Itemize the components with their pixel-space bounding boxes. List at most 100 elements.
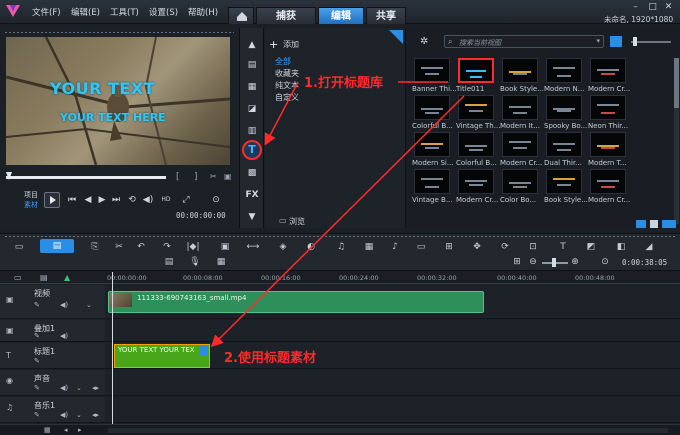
media-music-icon[interactable]: ♫: [334, 241, 348, 253]
mode-clip-label[interactable]: 素材: [24, 200, 38, 210]
category-plain-text[interactable]: 纯文本: [275, 80, 299, 91]
library-scrollbar[interactable]: [674, 58, 679, 224]
timeline-ruler[interactable]: 00:00:00:00 00:00:08:00 00:00:16:00 00:0…: [105, 272, 680, 284]
title-thumbnail[interactable]: [414, 95, 450, 120]
instant-project-icon[interactable]: ▦: [244, 80, 260, 94]
volume-icon[interactable]: ◀): [142, 194, 154, 206]
redo-icon[interactable]: ↷: [160, 241, 174, 253]
tab-capture[interactable]: 捕获: [256, 7, 316, 24]
title-clip[interactable]: YOUR TEXT YOUR TEX: [114, 344, 210, 368]
title-thumbnail[interactable]: [502, 132, 538, 157]
track-collapse-icon[interactable]: ⌄: [76, 384, 82, 392]
graphic-icon[interactable]: ▥: [244, 124, 260, 138]
track-header-video[interactable]: ▣ 视频 ✎ ◀) ⌄: [0, 285, 105, 319]
subtitle-icon[interactable]: ▭: [414, 241, 428, 253]
record-icon[interactable]: ▤: [162, 256, 176, 268]
track-volume-icon[interactable]: ◀): [60, 301, 68, 309]
preview-timecode[interactable]: 00:00:00:00: [176, 211, 226, 220]
search-field[interactable]: ⌕ 搜索当前视图 ▾: [444, 35, 604, 48]
title-thumbnail[interactable]: [546, 132, 582, 157]
tab-edit[interactable]: 编辑: [318, 7, 364, 24]
menu-tools[interactable]: 工具(T): [110, 6, 139, 18]
split-icon[interactable]: |◆|: [186, 241, 200, 253]
voiceover-icon[interactable]: 🎙: [188, 256, 202, 268]
media-icon[interactable]: ▤: [244, 58, 260, 72]
next-frame-icon[interactable]: ▶: [96, 194, 108, 206]
play-button[interactable]: [44, 192, 60, 208]
track-body-voice[interactable]: [106, 370, 680, 396]
track-manager-icon[interactable]: ▣: [218, 241, 232, 253]
copy-icon[interactable]: ⎘: [88, 241, 102, 253]
undo-icon[interactable]: ↶: [134, 241, 148, 253]
timeline-view-button[interactable]: ▤: [40, 239, 74, 253]
gradient-icon[interactable]: ◧: [614, 241, 628, 253]
menu-file[interactable]: 文件(F): [32, 6, 61, 18]
zoom-out-icon[interactable]: ⊖: [526, 256, 540, 268]
color-icon[interactable]: ◩: [584, 241, 598, 253]
menu-edit[interactable]: 编辑(E): [71, 6, 100, 18]
multi-camera-icon[interactable]: ⊞: [442, 241, 456, 253]
title-thumbnail[interactable]: [502, 95, 538, 120]
title-thumbnail[interactable]: [414, 58, 450, 83]
category-favorites[interactable]: 收藏夹: [275, 68, 299, 79]
library-settings-icon[interactable]: ✲: [420, 36, 428, 47]
category-custom[interactable]: 自定义: [275, 92, 299, 103]
close-button[interactable]: ✕: [664, 3, 673, 12]
mark-out-icon[interactable]: ]: [194, 172, 198, 182]
track-edit-icon[interactable]: ✎: [34, 301, 40, 309]
status-grid-icon[interactable]: ▦: [44, 426, 51, 434]
track-volume-icon[interactable]: ◀): [60, 384, 68, 392]
mark-in-icon[interactable]: [: [176, 172, 180, 182]
home-tab[interactable]: [228, 7, 254, 24]
track-edit-icon[interactable]: ✎: [34, 332, 40, 340]
title-thumbnail[interactable]: [590, 132, 626, 157]
scroll-down-icon[interactable]: ▼: [244, 210, 260, 224]
track-edit-icon[interactable]: ✎: [34, 411, 40, 419]
title-thumbnail[interactable]: [502, 169, 538, 194]
title-thumbnail[interactable]: [590, 169, 626, 194]
category-all[interactable]: 全部: [275, 56, 291, 67]
thumb-size-handle[interactable]: [633, 37, 637, 46]
title-thumbnail[interactable]: [546, 58, 582, 83]
panel-icon[interactable]: ◢: [642, 241, 656, 253]
cut-icon[interactable]: ✂: [112, 241, 126, 253]
browse-label[interactable]: 浏览: [289, 216, 305, 227]
split-clip-icon[interactable]: ✂: [210, 172, 217, 181]
menu-help[interactable]: 帮助(H): [188, 6, 218, 18]
crop-icon[interactable]: ⊡: [526, 241, 540, 253]
scroll-right-icon[interactable]: ▸: [78, 426, 82, 434]
zoom-in-icon[interactable]: ⊕: [568, 256, 582, 268]
title-thumbnail[interactable]: [590, 58, 626, 83]
add-track-icon[interactable]: ▲: [64, 273, 70, 282]
track-body-video[interactable]: 111333-690743163_small.mp4: [106, 285, 680, 319]
repeat-icon[interactable]: ⟲: [126, 194, 138, 206]
track-body-overlay[interactable]: [106, 320, 680, 342]
title-thumbnail[interactable]: [590, 95, 626, 120]
browse-icon[interactable]: ▭: [279, 216, 287, 225]
title-thumbnail[interactable]: [414, 132, 450, 157]
mode-project-label[interactable]: 项目: [24, 190, 38, 200]
track-fx-icon[interactable]: ◂▸: [92, 411, 99, 419]
fx-icon[interactable]: FX: [244, 188, 260, 202]
mask-icon[interactable]: ◐: [304, 241, 318, 253]
go-end-icon[interactable]: ⏭: [110, 194, 122, 206]
auto-music-icon[interactable]: ♪: [388, 241, 402, 253]
pin-icon[interactable]: [389, 30, 403, 44]
add-label[interactable]: 添加: [283, 39, 299, 50]
track-volume-icon[interactable]: ◀): [60, 332, 68, 340]
video-clip[interactable]: 111333-690743163_small.mp4: [108, 291, 484, 313]
track-collapse-icon[interactable]: ⌄: [86, 301, 92, 309]
title-thumbnail[interactable]: [458, 169, 494, 194]
view-toggle-button[interactable]: [610, 36, 622, 47]
track-collapse-icon[interactable]: ⌄: [76, 411, 82, 419]
minimize-button[interactable]: –: [631, 3, 640, 12]
rotate-icon[interactable]: ⟳: [498, 241, 512, 253]
thumb-size-slider[interactable]: [631, 41, 671, 43]
title-thumbnail[interactable]: [458, 132, 494, 157]
hd-toggle-icon[interactable]: HD: [160, 194, 172, 206]
mixer-icon[interactable]: ▦: [362, 241, 376, 253]
preview-scrubber[interactable]: [6, 176, 166, 179]
track-header-title[interactable]: T 标题1 ✎: [0, 343, 105, 369]
scroll-up-icon[interactable]: ▲: [244, 38, 260, 52]
track-volume-icon[interactable]: ◀): [60, 411, 68, 419]
